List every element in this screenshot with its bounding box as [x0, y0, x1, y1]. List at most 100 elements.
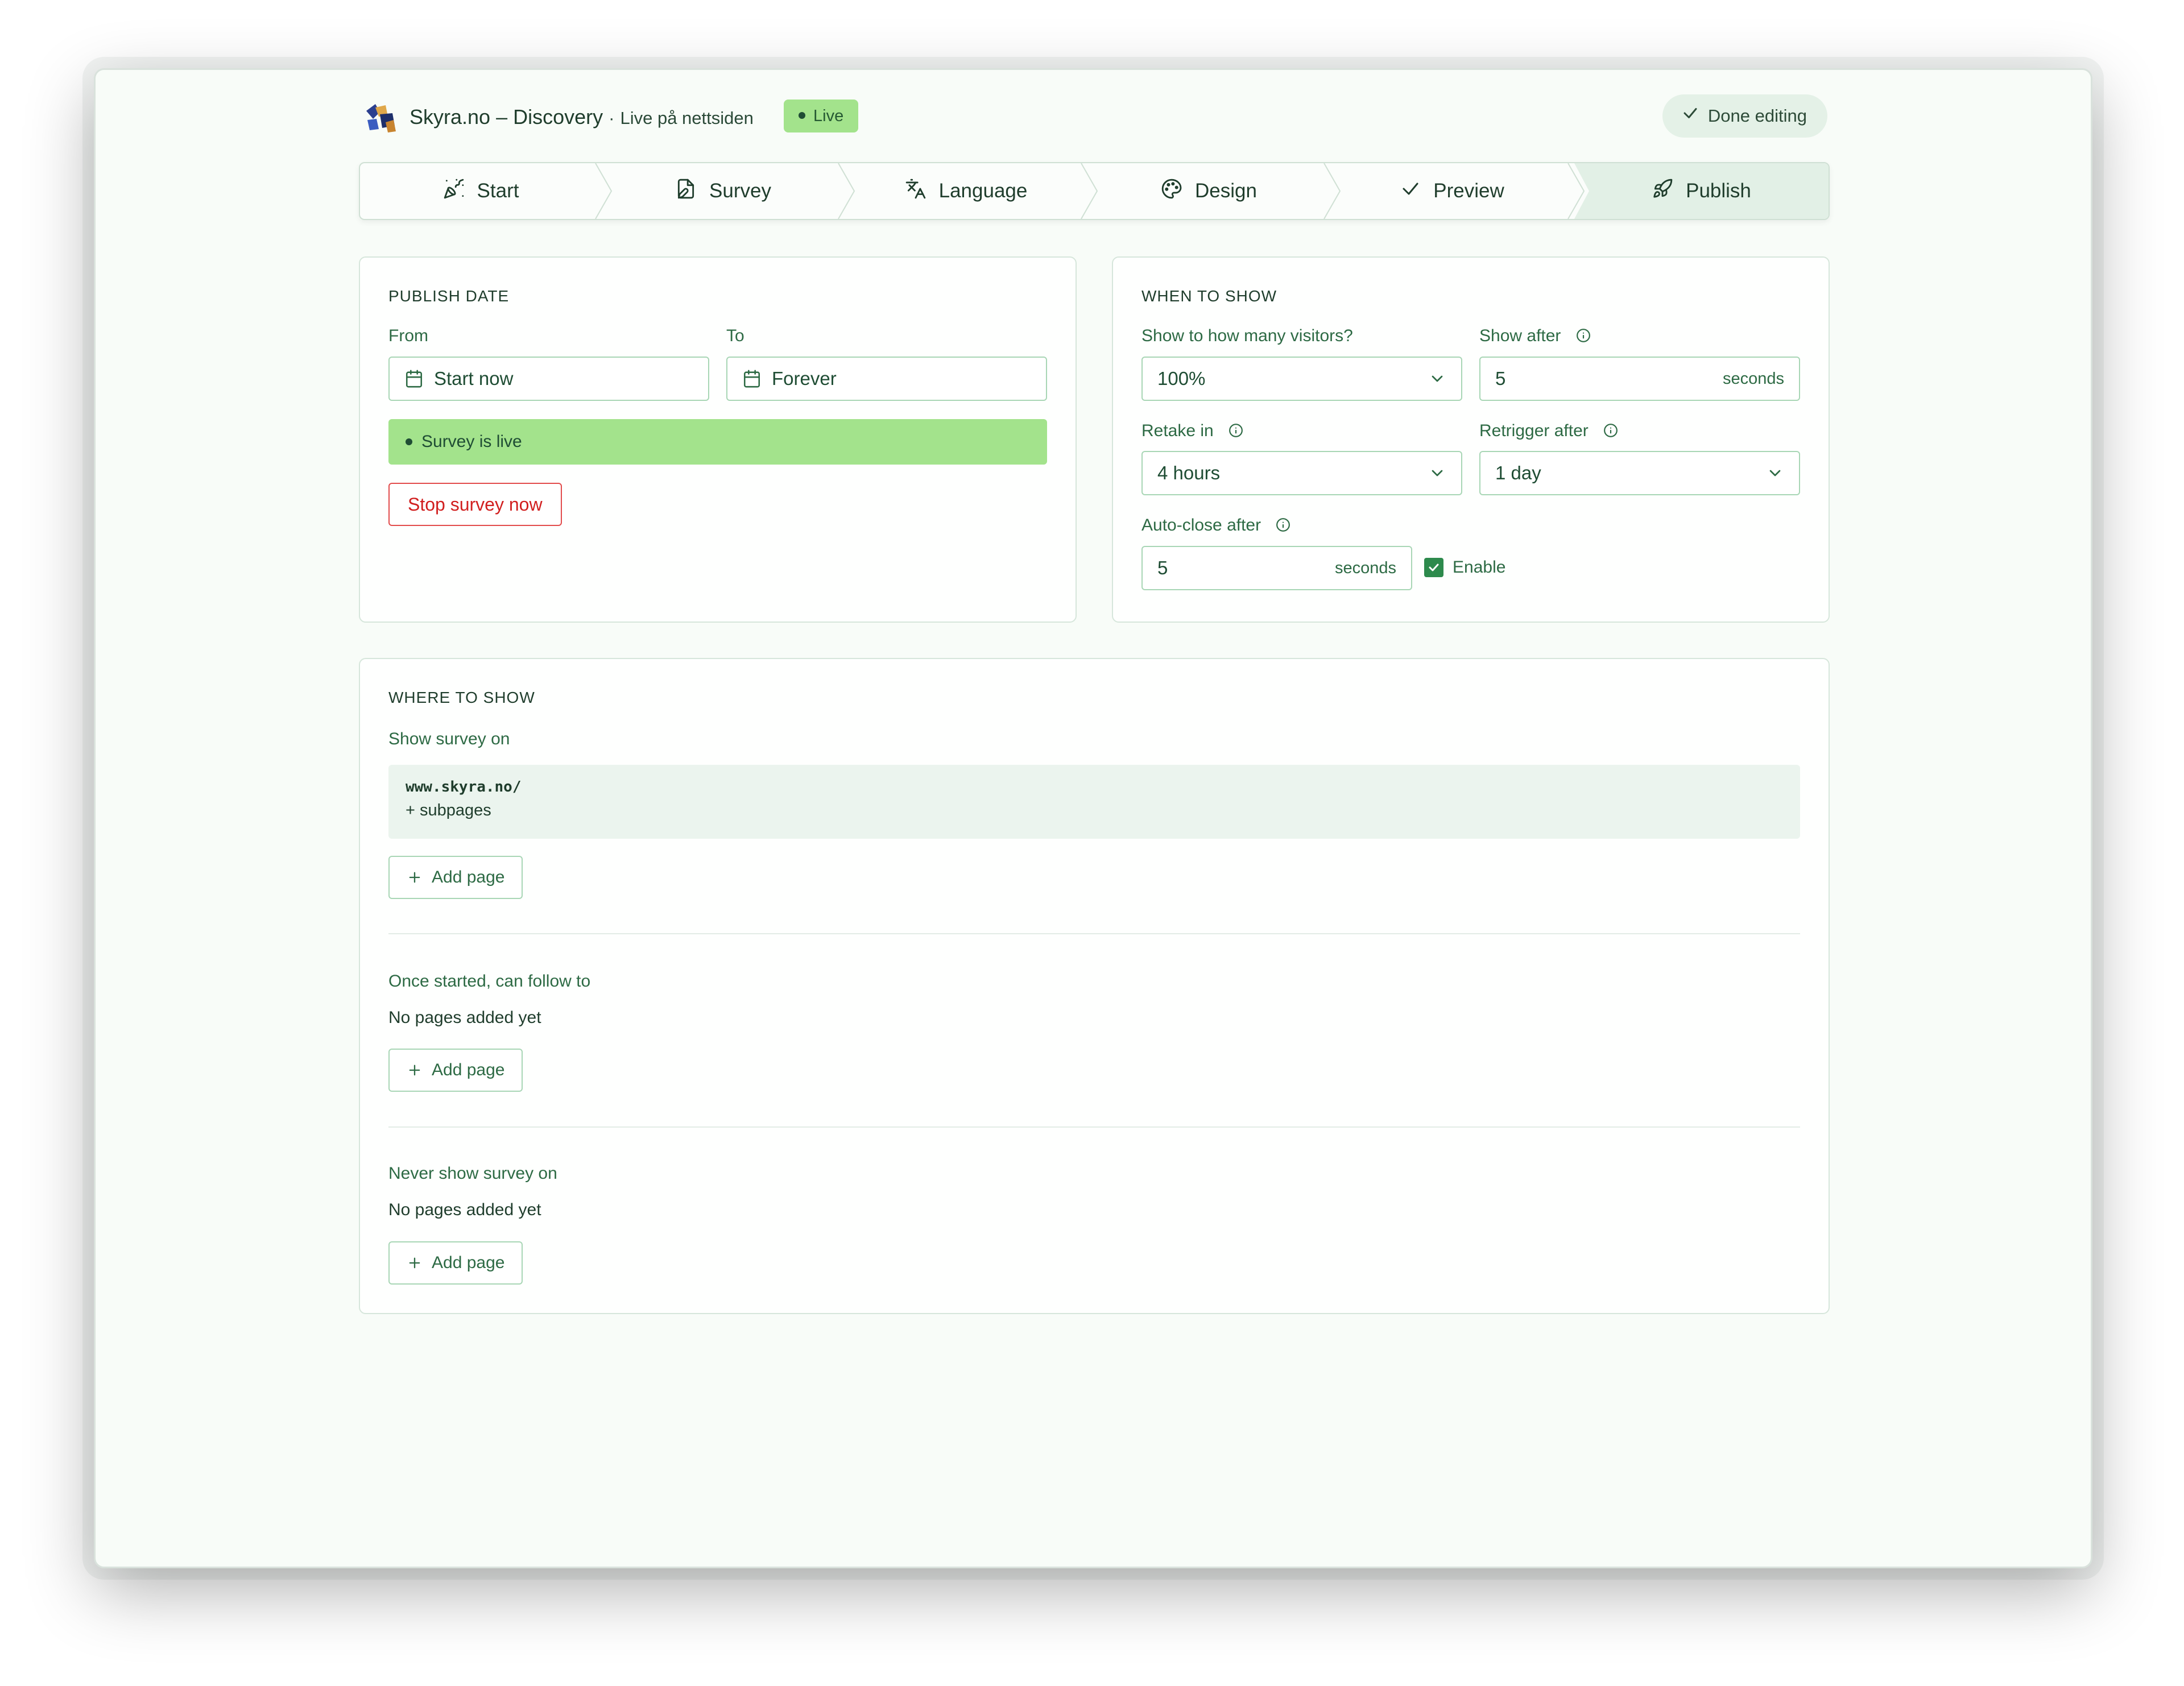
divider	[388, 1126, 1800, 1128]
step-start[interactable]: Start	[360, 163, 602, 219]
status-dot	[406, 438, 412, 445]
add-show-page-button[interactable]: Add page	[388, 856, 523, 899]
divider	[388, 933, 1800, 934]
wizard-stepper: Publish Start Survey Language Design Pre…	[359, 162, 1830, 220]
step-survey[interactable]: Survey	[602, 163, 845, 219]
step-separator	[1567, 163, 1585, 219]
status-badge-label: Live	[813, 107, 844, 125]
survey-live-text: Survey is live	[421, 432, 522, 451]
done-editing-button[interactable]: Done editing	[1662, 94, 1827, 138]
plus-icon	[409, 1064, 420, 1076]
visitors-label: Show to how many visitors?	[1141, 326, 1353, 345]
check-icon	[1429, 564, 1439, 571]
autoclose-label: Auto-close after	[1141, 516, 1261, 535]
translate-icon	[905, 178, 926, 205]
follow-empty-text: No pages added yet	[388, 1008, 541, 1027]
info-icon[interactable]	[1576, 328, 1591, 343]
retrigger-select[interactable]: 1 day	[1479, 451, 1800, 495]
retrigger-value: 1 day	[1495, 462, 1541, 483]
add-never-page-button[interactable]: Add page	[388, 1241, 523, 1285]
visitors-value: 100%	[1157, 368, 1206, 389]
rocket-icon	[1652, 178, 1673, 205]
check-icon	[1400, 179, 1421, 204]
title-separator: ·	[609, 108, 615, 128]
enable-label: Enable	[1453, 558, 1506, 577]
visitors-select[interactable]: 100%	[1141, 357, 1462, 401]
status-badge: Live	[784, 100, 859, 132]
to-date-value: Forever	[772, 368, 837, 389]
add-follow-page-button[interactable]: Add page	[388, 1049, 523, 1092]
skyra-logo-icon	[363, 100, 398, 135]
show-after-value: 5	[1495, 368, 1506, 389]
info-icon[interactable]	[1603, 423, 1618, 438]
calendar-icon	[404, 369, 424, 388]
step-publish[interactable]: Publish	[1574, 163, 1829, 219]
survey-subtitle: Live på nettsiden	[620, 108, 754, 128]
show-after-input[interactable]: 5 seconds	[1479, 357, 1800, 401]
app-window: Skyra.no – Discovery · Live på nettsiden…	[94, 68, 2092, 1568]
from-date-value: Start now	[434, 368, 514, 389]
step-label: Survey	[709, 180, 771, 202]
section-title: WHERE TO SHOW	[388, 689, 535, 706]
to-label: To	[726, 326, 744, 345]
done-editing-label: Done editing	[1707, 106, 1807, 126]
step-design[interactable]: Design	[1087, 163, 1330, 219]
step-separator	[1081, 163, 1098, 219]
retake-label: Retake in	[1141, 421, 1214, 440]
autoclose-input[interactable]: 5 seconds	[1141, 546, 1412, 590]
add-page-label: Add page	[432, 1061, 505, 1079]
step-separator	[1323, 163, 1341, 219]
calendar-icon	[742, 369, 762, 388]
autoclose-label-group: Auto-close after	[1141, 516, 1290, 535]
party-popper-icon	[443, 178, 465, 205]
plus-icon	[409, 1257, 420, 1269]
survey-live-banner: Survey is live	[388, 419, 1047, 465]
show-after-label-group: Show after	[1479, 326, 1591, 346]
app-title: Skyra.no – Discovery · Live på nettsiden	[410, 100, 754, 136]
step-label: Publish	[1686, 180, 1751, 202]
chevron-down-icon	[1428, 464, 1446, 482]
retake-label-group: Retake in	[1141, 421, 1243, 441]
step-label: Preview	[1433, 180, 1504, 202]
never-empty-text: No pages added yet	[388, 1200, 541, 1219]
section-title: PUBLISH DATE	[388, 287, 510, 305]
retrigger-label: Retrigger after	[1479, 421, 1589, 440]
page-url: www.skyra.no/	[406, 778, 522, 796]
from-label: From	[388, 326, 428, 345]
show-after-label: Show after	[1479, 326, 1561, 345]
chevron-down-icon	[1428, 370, 1446, 388]
step-label: Design	[1195, 180, 1257, 202]
info-icon[interactable]	[1276, 517, 1290, 532]
retrigger-label-group: Retrigger after	[1479, 421, 1618, 441]
add-page-label: Add page	[432, 868, 505, 887]
chevron-down-icon	[1766, 464, 1784, 482]
step-language[interactable]: Language	[845, 163, 1087, 219]
autoclose-value: 5	[1157, 557, 1168, 578]
step-label: Start	[477, 180, 519, 202]
from-date-field[interactable]: Start now	[388, 357, 709, 401]
check-icon	[1682, 94, 1699, 138]
file-edit-icon	[675, 178, 697, 205]
retake-select[interactable]: 4 hours	[1141, 451, 1462, 495]
survey-name: Skyra.no – Discovery	[410, 105, 603, 129]
palette-icon	[1161, 178, 1182, 205]
step-separator	[595, 163, 613, 219]
step-preview[interactable]: Preview	[1330, 163, 1574, 219]
show-on-page-item[interactable]: www.skyra.no/ + subpages	[388, 765, 1800, 839]
enable-checkbox[interactable]	[1424, 558, 1443, 577]
show-on-label: Show survey on	[388, 730, 510, 748]
when-to-show-card: WHEN TO SHOW Show to how many visitors? …	[1112, 256, 1830, 623]
to-date-field[interactable]: Forever	[726, 357, 1047, 401]
plus-icon	[409, 872, 420, 883]
section-title: WHEN TO SHOW	[1141, 287, 1277, 305]
stop-survey-button[interactable]: Stop survey now	[388, 483, 562, 526]
step-separator	[838, 163, 855, 219]
never-show-label: Never show survey on	[388, 1164, 557, 1183]
step-label: Language	[938, 180, 1028, 202]
info-icon[interactable]	[1228, 423, 1243, 438]
add-page-label: Add page	[432, 1253, 505, 1272]
retake-value: 4 hours	[1157, 462, 1221, 483]
page-subpages: + subpages	[406, 801, 491, 819]
follow-label: Once started, can follow to	[388, 972, 591, 991]
show-after-unit: seconds	[1722, 369, 1784, 388]
